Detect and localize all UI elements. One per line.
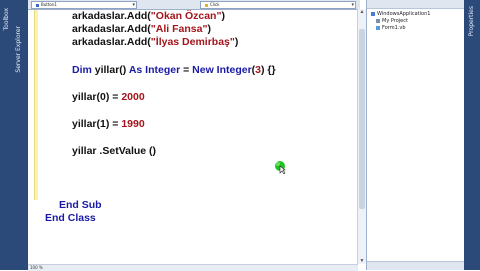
code-token: "Ali Fansa" bbox=[150, 23, 208, 35]
code-token: = bbox=[180, 64, 193, 76]
solution-explorer-tabs bbox=[367, 261, 465, 270]
mouse-cursor-icon bbox=[274, 160, 286, 175]
vertical-scrollbar[interactable]: ▲ ▼ bbox=[357, 9, 366, 264]
chevron-down-icon: ▾ bbox=[132, 2, 135, 8]
zoom-level[interactable]: 100 % bbox=[30, 265, 43, 270]
code-token: arkadaslar.Add( bbox=[72, 23, 151, 35]
code-line[interactable]: Dim yillar() As Integer = New Integer(3)… bbox=[72, 64, 276, 76]
change-tracking-margin bbox=[34, 10, 38, 200]
form-icon bbox=[376, 25, 380, 30]
code-line[interactable]: arkadaslar.Add("Okan Özcan") bbox=[72, 10, 225, 22]
code-line[interactable]: arkadaslar.Add("Ali Fansa") bbox=[72, 23, 211, 35]
code-token: yillar(1) = bbox=[72, 118, 122, 130]
code-line[interactable]: yillar .SetValue () bbox=[72, 145, 156, 157]
event-combo[interactable]: Click ▾ bbox=[200, 1, 356, 9]
right-tool-strip: Properties bbox=[464, 0, 480, 270]
properties-tab[interactable]: Properties bbox=[468, 6, 478, 36]
code-editor[interactable] bbox=[28, 10, 358, 264]
code-line[interactable]: End Sub bbox=[59, 199, 102, 211]
code-token: End Class bbox=[45, 212, 96, 224]
object-combo[interactable]: Button1 ▾ bbox=[31, 1, 137, 9]
code-token: End Sub bbox=[59, 199, 102, 211]
code-token: ) bbox=[207, 23, 211, 35]
tree-item-project[interactable]: WindowsApplication1 bbox=[371, 11, 430, 17]
code-token: ) {} bbox=[261, 64, 276, 76]
chevron-down-icon: ▾ bbox=[351, 2, 354, 8]
solution-explorer-toolbar bbox=[367, 0, 465, 9]
code-token: yillar() bbox=[91, 64, 129, 76]
code-token: "İlyas Demirbaş" bbox=[150, 36, 235, 48]
event-icon bbox=[205, 3, 208, 7]
code-line[interactable]: yillar(0) = 2000 bbox=[72, 91, 145, 103]
solution-explorer: WindowsApplication1 My Project Form1.vb bbox=[366, 0, 465, 270]
code-line[interactable]: End Class bbox=[45, 212, 96, 224]
tree-item-my-project[interactable]: My Project bbox=[376, 18, 408, 24]
toolbox-tab[interactable]: Toolbox bbox=[3, 8, 13, 31]
left-tool-strip: Toolbox Server Explorer bbox=[0, 0, 28, 270]
code-token: Dim bbox=[72, 64, 92, 76]
code-token: arkadaslar.Add( bbox=[72, 10, 151, 22]
code-line[interactable]: yillar(1) = 1990 bbox=[72, 118, 145, 130]
code-token: yillar(0) = bbox=[72, 91, 122, 103]
event-combo-value: Click bbox=[210, 2, 220, 7]
tree-item-form1[interactable]: Form1.vb bbox=[376, 25, 406, 31]
code-token: yillar .SetValue () bbox=[72, 145, 157, 157]
code-token: "Okan Özcan" bbox=[150, 10, 222, 22]
scroll-down-icon[interactable]: ▼ bbox=[359, 258, 365, 264]
code-token: New Integer bbox=[192, 64, 252, 76]
code-token: ) bbox=[234, 36, 239, 48]
object-combo-value: Button1 bbox=[41, 2, 57, 7]
code-token: ) bbox=[221, 10, 225, 22]
scroll-up-icon[interactable]: ▲ bbox=[359, 9, 365, 15]
scroll-thumb[interactable] bbox=[359, 29, 365, 209]
code-line[interactable]: arkadaslar.Add("İlyas Demirbaş") bbox=[72, 36, 238, 48]
server-explorer-tab[interactable]: Server Explorer bbox=[15, 26, 25, 73]
properties-icon bbox=[376, 18, 380, 23]
project-icon bbox=[371, 11, 375, 16]
code-token: 1990 bbox=[121, 118, 145, 130]
code-token: 2000 bbox=[121, 91, 145, 103]
code-editor-navigation-bar: Button1 ▾ Click ▾ bbox=[28, 0, 360, 10]
code-token: As Integer bbox=[128, 64, 181, 76]
button-object-icon bbox=[36, 3, 39, 7]
code-token: arkadaslar.Add( bbox=[72, 36, 151, 48]
